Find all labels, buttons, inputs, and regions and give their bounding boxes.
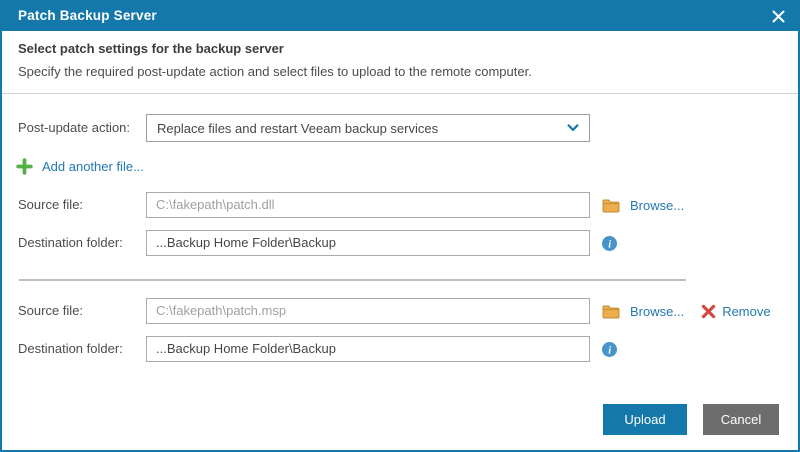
svg-text:i: i — [608, 239, 611, 250]
post-update-action-select[interactable]: Replace files and restart Veeam backup s… — [146, 114, 590, 142]
destination-folder-label: Destination folder: — [18, 235, 123, 250]
close-button[interactable] — [768, 6, 788, 26]
remove-link[interactable]: Remove — [722, 304, 770, 319]
destination-folder-label: Destination folder: — [18, 341, 123, 356]
cancel-button[interactable]: Cancel — [703, 404, 779, 435]
destination-folder-input[interactable]: ...Backup Home Folder\Backup — [146, 230, 590, 256]
destination-info-button[interactable]: i — [602, 230, 617, 256]
page-subtitle: Specify the required post-update action … — [18, 64, 532, 79]
add-another-file-link[interactable]: Add another file... — [16, 158, 144, 175]
page-title: Select patch settings for the backup ser… — [18, 41, 284, 56]
titlebar: Patch Backup Server — [2, 0, 798, 31]
remove-x-icon — [701, 304, 716, 318]
source-file-input: C:\fakepath\patch.dll — [146, 192, 590, 218]
destination-info-button[interactable]: i — [602, 336, 617, 362]
chevron-down-icon — [567, 124, 579, 131]
upload-button[interactable]: Upload — [603, 404, 687, 435]
folder-icon — [602, 199, 620, 212]
browse-link[interactable]: Browse... — [630, 304, 684, 319]
svg-text:i: i — [608, 345, 611, 356]
patch-backup-server-dialog: Patch Backup Server Select patch setting… — [0, 0, 800, 452]
post-update-action-label: Post-update action: — [18, 120, 131, 135]
source-file-label: Source file: — [18, 303, 84, 318]
source-file-input: C:\fakepath\patch.msp — [146, 298, 590, 324]
source-file-label: Source file: — [18, 197, 84, 212]
browse-folder-button[interactable] — [602, 304, 620, 319]
add-another-file-label: Add another file... — [42, 159, 144, 174]
dialog-title: Patch Backup Server — [18, 8, 157, 23]
plus-icon — [16, 158, 33, 175]
close-icon — [772, 10, 784, 22]
post-update-action-value: Replace files and restart Veeam backup s… — [157, 120, 439, 136]
info-icon: i — [602, 341, 617, 357]
browse-link[interactable]: Browse... — [630, 198, 684, 213]
destination-folder-input[interactable]: ...Backup Home Folder\Backup — [146, 336, 590, 362]
folder-icon — [602, 305, 620, 318]
info-icon: i — [602, 235, 617, 251]
browse-folder-button[interactable] — [602, 198, 620, 213]
remove-file-button[interactable]: Remove — [701, 304, 771, 319]
divider — [19, 279, 686, 281]
divider — [2, 93, 798, 94]
